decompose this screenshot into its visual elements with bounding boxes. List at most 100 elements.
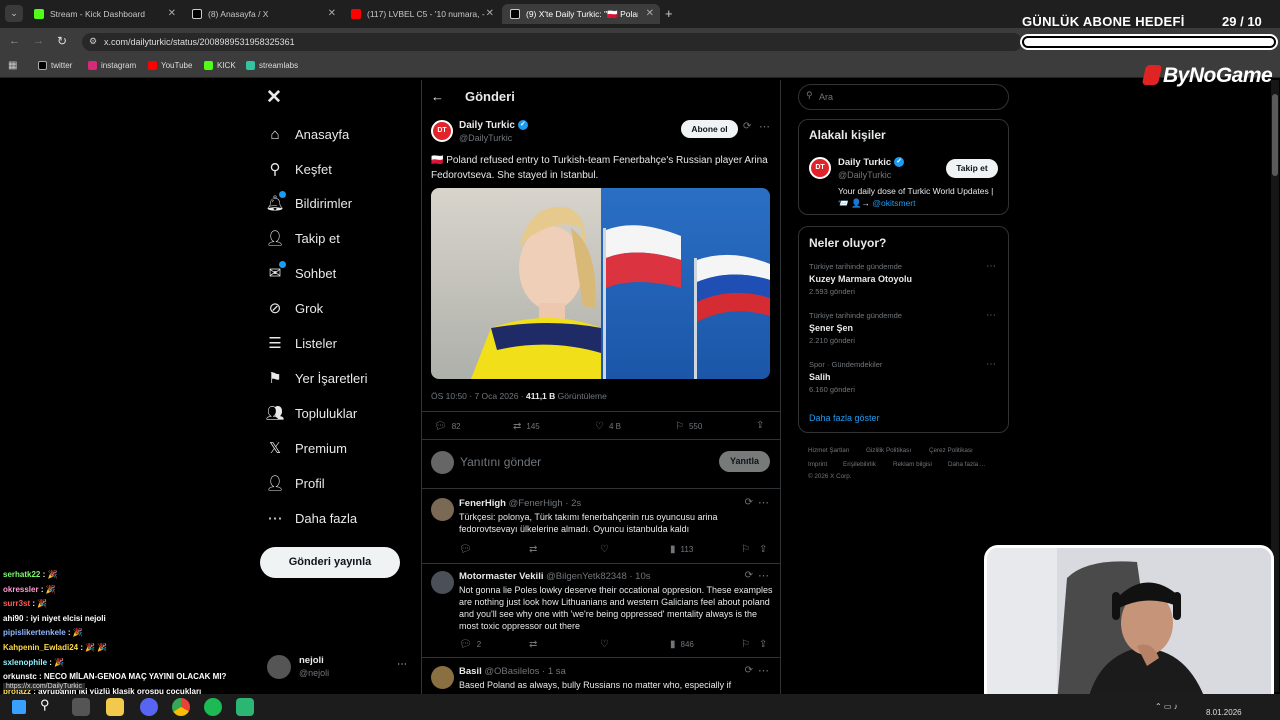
author-avatar[interactable]: DT — [431, 120, 453, 142]
footer-link[interactable]: Erişilebilirlik — [843, 461, 876, 468]
nav-item-bell[interactable]: 🔔︎ Bildirimler — [265, 191, 352, 212]
chat-username[interactable]: surr3st — [3, 599, 30, 608]
reply-author[interactable]: Motormaster Vekili @BilgenYetk82348 · 10… — [459, 571, 651, 582]
reply-post[interactable]: Basil @OBasilelos · 1 sa ⟳ ⋯ Based Polan… — [421, 664, 781, 694]
more-icon[interactable]: ⋯ — [758, 496, 769, 509]
trend-name[interactable]: Şener Şen — [809, 323, 853, 333]
footer-link[interactable]: Reklam bilgisi — [893, 461, 932, 468]
share-action[interactable]: ⇪ — [759, 544, 772, 555]
back-arrow-icon[interactable]: ← — [431, 89, 444, 104]
nav-item-follow[interactable]: 👤︎ Takip et — [265, 229, 339, 247]
views-action[interactable]: ▮ 846 — [670, 639, 694, 650]
repost-action[interactable]: ⇄ 145 — [513, 421, 540, 432]
more-icon[interactable]: ⋯ — [986, 359, 996, 370]
close-icon[interactable]: ✕ — [168, 8, 176, 19]
nav-item-bookmark[interactable]: ⚑ Yer İşaretleri — [266, 369, 367, 387]
chat-username[interactable]: okressler — [3, 585, 39, 594]
nav-item-search[interactable]: ⚲ Keşfet — [266, 160, 332, 178]
bookmark-action[interactable]: ⚐ 550 — [675, 421, 702, 432]
bookmark-action[interactable]: ⚐ — [741, 544, 755, 555]
tray-icons[interactable]: ⌃ ▭ ♪ — [1155, 702, 1178, 711]
show-more-link[interactable]: Daha fazla göster — [809, 413, 880, 423]
taskview-icon[interactable] — [72, 698, 90, 716]
bookmark-twitter[interactable]: twitter — [38, 61, 72, 70]
grok-icon[interactable]: ⟳ — [743, 121, 751, 132]
nav-item-list[interactable]: ☰ Listeler — [266, 334, 337, 352]
reply-action[interactable]: 💬︎ — [459, 544, 477, 555]
more-icon[interactable]: ⋯ — [986, 310, 996, 321]
nav-item-more[interactable]: ⋯ Daha fazla — [266, 509, 358, 527]
nav-item-grok[interactable]: ⊘ Grok — [266, 299, 323, 317]
repost-action[interactable]: ⇄ — [529, 639, 542, 650]
search-icon[interactable]: ⚲ — [40, 697, 50, 713]
bookmark-action[interactable]: ⚐ — [741, 639, 755, 650]
post-button[interactable]: Gönderi yayınla — [260, 547, 400, 578]
tab-kick-dashboard[interactable]: Stream - Kick Dashboard ✕ — [26, 4, 182, 24]
chat-username[interactable]: pipislikertenkele — [3, 628, 66, 637]
nav-item-x-logo[interactable]: 𝕏 Premium — [266, 439, 347, 457]
tab-youtube[interactable]: (117) LVBEL C5 - '10 numara, - ✕ — [343, 4, 500, 24]
grok-icon[interactable]: ⟳ — [745, 665, 753, 676]
close-icon[interactable]: ✕ — [646, 8, 654, 19]
like-action[interactable]: ♡ — [600, 639, 614, 650]
nav-item-home[interactable]: ⌂ Anasayfa — [266, 125, 349, 143]
chat-username[interactable]: sxlenophile — [3, 658, 47, 667]
close-icon[interactable]: ✕ — [486, 8, 494, 19]
reply-author[interactable]: FenerHigh @FenerHigh · 2s — [459, 498, 581, 509]
footer-link[interactable]: Gizlilik Politikası — [866, 447, 911, 454]
more-icon[interactable]: ⋯ — [758, 569, 769, 582]
trend-name[interactable]: Salih — [809, 372, 831, 382]
nav-item-communities[interactable]: 👥︎ Topluluklar — [265, 404, 357, 422]
x-logo-icon[interactable]: ✕ — [266, 86, 282, 109]
author-handle[interactable]: @DailyTurkic — [459, 133, 512, 143]
account-switcher[interactable]: nejoli @nejoli ⋯ — [267, 655, 412, 683]
more-icon[interactable]: ⋯ — [397, 659, 407, 670]
bookmark-streamlabs[interactable]: streamlabs — [246, 61, 298, 70]
more-icon[interactable]: ⋯ — [759, 120, 770, 133]
close-icon[interactable]: ✕ — [328, 8, 336, 19]
app-icon[interactable] — [236, 698, 254, 716]
tab-daily-turkic[interactable]: (9) X'te Daily Turkic: "🇵🇱 Poland ✕ — [502, 4, 660, 24]
windows-start-icon[interactable] — [12, 700, 26, 714]
scrollbar-thumb[interactable] — [1272, 94, 1278, 176]
tab-x-home[interactable]: (8) Anasayfa / X ✕ — [184, 4, 342, 24]
new-tab-icon[interactable]: + — [665, 6, 673, 21]
back-icon[interactable]: ← — [9, 35, 20, 47]
bookmark-youtube[interactable]: YouTube — [148, 61, 192, 70]
related-name-row[interactable]: Daily Turkic ✓ — [838, 157, 905, 168]
share-action[interactable]: ⇪ — [759, 639, 772, 650]
post-timestamp[interactable]: ÖS 10:50 · 7 Oca 2026 · — [431, 391, 526, 401]
url-field[interactable]: ⚙ x.com/dailyturkic/status/2008989531958… — [82, 33, 1022, 51]
reply-action[interactable]: 💬︎ 82 — [434, 421, 461, 432]
files-icon[interactable] — [106, 698, 124, 716]
spotify-icon[interactable] — [204, 698, 222, 716]
discord-icon[interactable] — [140, 698, 158, 716]
follow-button[interactable]: Takip et — [946, 159, 998, 178]
nav-item-chat[interactable]: ✉ Sohbet — [266, 261, 336, 282]
grok-icon[interactable]: ⟳ — [745, 570, 753, 581]
more-icon[interactable]: ⋯ — [986, 261, 996, 272]
repost-action[interactable]: ⇄ — [529, 544, 542, 555]
grok-icon[interactable]: ⟳ — [745, 497, 753, 508]
footer-link[interactable]: Imprint — [808, 461, 827, 468]
trend-name[interactable]: Kuzey Marmara Otoyolu — [809, 274, 912, 284]
post-image[interactable] — [431, 188, 770, 379]
reply-author[interactable]: Basil @OBasilelos · 1 sa — [459, 666, 566, 677]
footer-link[interactable]: Çerez Politikası — [929, 447, 973, 454]
like-action[interactable]: ♡ — [600, 544, 614, 555]
bookmark-kick[interactable]: KICK — [204, 61, 236, 70]
subscribe-button[interactable]: Abone ol — [681, 120, 738, 138]
more-icon[interactable]: ⋯ — [758, 664, 769, 677]
search-input[interactable]: ⚲ Ara — [798, 84, 1009, 110]
reply-action[interactable]: 💬︎ 2 — [459, 639, 481, 650]
apps-icon[interactable]: ▦ — [8, 60, 17, 71]
reply-input[interactable]: Yanıtını gönder — [460, 455, 541, 469]
related-avatar[interactable]: DT — [809, 157, 831, 179]
forward-icon[interactable]: → — [33, 35, 44, 47]
chrome-icon[interactable] — [172, 698, 190, 716]
author-name-row[interactable]: Daily Turkic ✓ — [459, 120, 528, 131]
footer-link[interactable]: Daha fazla ... — [948, 461, 985, 468]
site-info-icon[interactable]: ⚙ — [89, 36, 97, 47]
views-action[interactable]: ▮ 113 — [670, 544, 693, 555]
chat-username[interactable]: Kahpenin_Ewladi24 — [3, 643, 78, 652]
